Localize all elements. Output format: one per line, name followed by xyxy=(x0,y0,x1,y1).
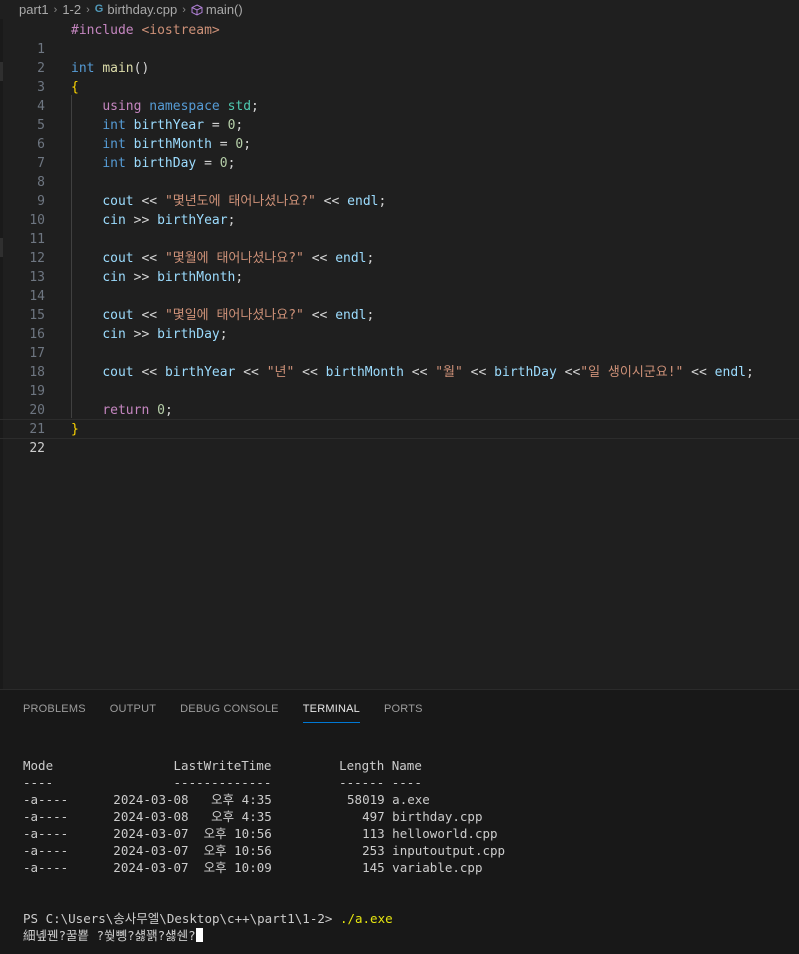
terminal-cursor xyxy=(195,928,203,942)
terminal-row: -a---- 2024-03-07 오후 10:09 145 variable.… xyxy=(23,860,483,875)
terminal-row: -a---- 2024-03-08 오후 4:35 58019 a.exe xyxy=(23,792,430,807)
breadcrumb-item-part1[interactable]: part1 xyxy=(19,2,49,17)
tab-problems[interactable]: PROBLEMS xyxy=(23,690,86,723)
chevron-right-icon: › xyxy=(53,3,58,16)
code-line: 13 cout << "몇월에 태어나셨나요?" << endl; xyxy=(0,249,799,285)
code-line: 10 cout << "몇년도에 태어나셨나요?" << endl; xyxy=(0,192,799,228)
tab-debug-console[interactable]: DEBUG CONSOLE xyxy=(180,690,279,723)
terminal-row: -a---- 2024-03-08 오후 4:35 497 birthday.c… xyxy=(23,809,483,824)
terminal-output: 細녶꿴?꿀뿉 ?쒖뼹?섏꽭?섏쉔? xyxy=(23,928,196,943)
code-line: 2 xyxy=(0,40,799,76)
code-line: 21 return 0; xyxy=(0,401,799,437)
code-line: 15 xyxy=(0,287,799,323)
code-line: 14 cin >> birthMonth; xyxy=(0,268,799,304)
code-line: 7 int birthMonth = 0; xyxy=(0,135,799,171)
breadcrumb-item-file[interactable]: birthday.cpp xyxy=(107,2,177,17)
chevron-right-icon: › xyxy=(182,3,186,16)
tab-output[interactable]: OUTPUT xyxy=(110,690,156,723)
panel-tabs: PROBLEMS OUTPUT DEBUG CONSOLE TERMINAL P… xyxy=(0,690,447,728)
code-line: 17 cin >> birthDay; xyxy=(0,325,799,361)
code-line: 11 cin >> birthYear; xyxy=(0,211,799,247)
code-line: 12 xyxy=(0,230,799,266)
terminal-row: -a---- 2024-03-07 오후 10:56 113 helloworl… xyxy=(23,826,498,841)
terminal-header: Mode LastWriteTime Length Name xyxy=(23,758,422,773)
code-line: 8 int birthDay = 0; xyxy=(0,154,799,190)
code-line: 3 int main() xyxy=(0,59,799,95)
method-cube-icon xyxy=(191,3,203,16)
code-line: 1 #include <iostream> xyxy=(0,21,799,57)
code-line: 20 xyxy=(0,382,799,418)
code-line: 9 xyxy=(0,173,799,209)
code-line-current: 22 } xyxy=(0,419,799,456)
bottom-panel: PROBLEMS OUTPUT DEBUG CONSOLE TERMINAL P… xyxy=(0,689,799,954)
terminal-row: -a---- 2024-03-07 오후 10:56 253 inputoutp… xyxy=(23,843,506,858)
breadcrumb-item-symbol[interactable]: main() xyxy=(206,2,243,17)
terminal-prompt: PS C:\Users\송사무엘\Desktop\c++\part1\1-2> xyxy=(23,911,340,926)
code-line: 5 using namespace std; xyxy=(0,97,799,133)
chevron-right-icon: › xyxy=(86,3,90,16)
code-line: 6 int birthYear = 0; xyxy=(0,116,799,152)
line-number: 22 xyxy=(29,441,45,456)
cpp-file-icon: G xyxy=(94,3,104,15)
terminal-prompt-line: PS C:\Users\송사무엘\Desktop\c++\part1\1-2> … xyxy=(23,910,393,927)
code-line: 18 xyxy=(0,344,799,380)
terminal-header-underline: ---- ------------- ------ ---- xyxy=(23,775,422,790)
code-line: 4 { xyxy=(0,78,799,114)
code-editor[interactable]: 1 #include <iostream> 2 3 int main() 4 {… xyxy=(0,19,799,689)
tab-ports[interactable]: PORTS xyxy=(384,690,423,723)
breadcrumb-item-folder[interactable]: 1-2 xyxy=(62,2,81,17)
tab-terminal[interactable]: TERMINAL xyxy=(302,690,360,723)
code-line: 16 cout << "몇일에 태어나셨나요?" << endl; xyxy=(0,306,799,342)
code-line: 19 cout << birthYear << "년" << birthMont… xyxy=(0,363,799,399)
terminal-command: ./a.exe xyxy=(339,911,393,926)
breadcrumb: part1 › 1-2 › G birthday.cpp › main() xyxy=(0,0,799,19)
terminal-output-line: 細녶꿴?꿀뿉 ?쒖뼹?섏꽭?섏쉔? xyxy=(23,927,203,944)
